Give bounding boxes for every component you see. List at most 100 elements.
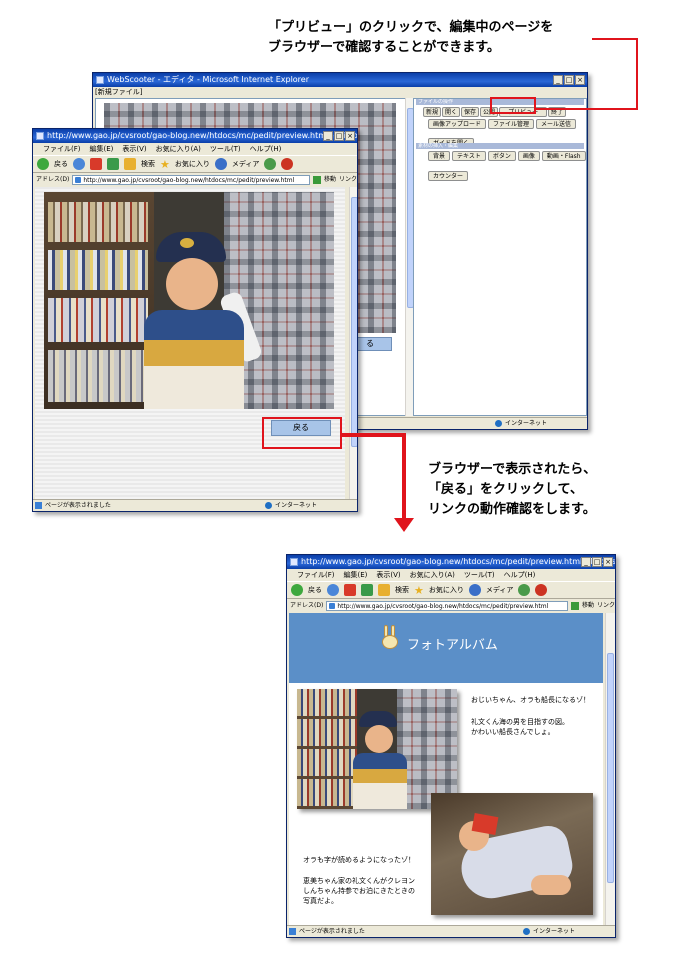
address-input[interactable]: http://www.gao.jp/cvsroot/gao-blog.new/h…	[72, 175, 310, 185]
stop-icon[interactable]	[90, 158, 102, 170]
minimize-button[interactable]: _	[581, 557, 591, 567]
maximize-button[interactable]: □	[334, 131, 344, 141]
power-icon[interactable]	[535, 584, 548, 596]
address-label: アドレス(D)	[290, 602, 324, 609]
save-button[interactable]: 保存	[461, 107, 480, 117]
menu-tools[interactable]: ツール(T)	[464, 569, 495, 581]
go-button[interactable]: 移動	[582, 600, 594, 612]
minimize-button[interactable]: _	[553, 75, 563, 85]
favorites-star-icon[interactable]: ★	[414, 584, 424, 597]
browser-small-titlebar: http://www.gao.jp/cvsroot/gao-blog.new/h…	[33, 129, 357, 143]
toolbar-favorites[interactable]: お気に入り	[175, 159, 210, 169]
browser-large-titlebar: http://www.gao.jp/cvsroot/gao-blog.new/h…	[287, 555, 615, 569]
maximize-button[interactable]: □	[564, 75, 574, 85]
menu-view[interactable]: 表示(V)	[376, 569, 400, 581]
callout-connector-h2	[536, 108, 638, 110]
boy-photo-1	[297, 689, 457, 809]
minimize-button[interactable]: _	[323, 131, 333, 141]
browser-large-status-zone: インターネット	[522, 926, 575, 937]
callout-connector-h1	[592, 38, 638, 40]
power-icon[interactable]	[281, 158, 294, 170]
image-button[interactable]: 画像	[517, 151, 540, 161]
links-label[interactable]: リンク	[339, 174, 357, 186]
menu-tools[interactable]: ツール(T)	[210, 143, 241, 155]
go-arrow-icon[interactable]	[312, 176, 321, 184]
toolbar-back[interactable]: 戻る	[54, 159, 68, 169]
close-button[interactable]: ×	[345, 131, 355, 141]
menu-favorites[interactable]: お気に入り(A)	[156, 143, 201, 155]
open-button[interactable]: 開く	[442, 107, 461, 117]
close-button[interactable]: ×	[603, 557, 613, 567]
callout-middle-line2: 「戻る」をクリックして、	[428, 482, 583, 497]
history-icon[interactable]	[518, 584, 531, 596]
address-label: アドレス(D)	[36, 176, 70, 183]
page-header: フォトアルバム	[289, 613, 603, 683]
media-icon[interactable]	[214, 158, 227, 170]
text-button[interactable]: テキスト	[452, 151, 486, 161]
counter-button[interactable]: カウンター	[428, 171, 469, 181]
callout-top-line1: 「プリビュー」のクリックで、編集中のページを	[268, 20, 554, 35]
menu-favorites[interactable]: お気に入り(A)	[410, 569, 455, 581]
photo1-caption-line1: 礼文くん海の男を目指すの図。	[471, 718, 569, 726]
toolbar-media[interactable]: メディア	[232, 159, 260, 169]
rabbit-logo-icon	[381, 625, 401, 651]
history-icon[interactable]	[264, 158, 277, 170]
browser-large-addressbar: アドレス(D) http://www.gao.jp/cvsroot/gao-bl…	[287, 600, 615, 612]
page-done-icon	[35, 502, 42, 509]
arrow-head-icon	[394, 518, 414, 532]
panel-row5: カウンター	[428, 163, 469, 182]
toolbar-back[interactable]: 戻る	[308, 585, 322, 595]
back-button-highlight	[262, 417, 342, 449]
preview-highlight	[490, 97, 536, 114]
home-icon[interactable]	[124, 158, 136, 170]
toolbar-favorites[interactable]: お気に入り	[429, 585, 464, 595]
forward-arrow-icon[interactable]	[73, 158, 85, 170]
maximize-button[interactable]: □	[592, 557, 602, 567]
back-arrow-icon[interactable]	[291, 584, 303, 596]
go-arrow-icon[interactable]	[570, 602, 579, 610]
menu-help[interactable]: ヘルプ(H)	[504, 569, 536, 581]
favorites-star-icon[interactable]: ★	[160, 158, 170, 171]
refresh-icon[interactable]	[107, 158, 119, 170]
menu-help[interactable]: ヘルプ(H)	[250, 143, 282, 155]
ie-icon	[36, 132, 44, 140]
toolbar-search[interactable]: 検索	[141, 159, 155, 169]
media-icon[interactable]	[468, 584, 481, 596]
file-manage-button[interactable]: ファイル管理	[488, 119, 535, 129]
browser-small-content: 戻る	[35, 187, 345, 499]
editor-titlebar: WebScooter - エディタ - Microsoft Internet E…	[93, 73, 587, 87]
refresh-icon[interactable]	[361, 584, 373, 596]
image-upload-button[interactable]: 画像アップロード	[428, 119, 487, 129]
menu-file[interactable]: ファイル(F)	[43, 143, 81, 155]
browser-large: http://www.gao.jp/cvsroot/gao-blog.new/h…	[286, 554, 616, 938]
toolbar-search[interactable]: 検索	[395, 585, 409, 595]
browser-small-menubar: ファイル(F) 編集(E) 表示(V) お気に入り(A) ツール(T) ヘルプ(…	[33, 143, 357, 155]
back-arrow-icon[interactable]	[37, 158, 49, 170]
video-flash-button[interactable]: 動画・Flash	[541, 151, 586, 161]
links-label[interactable]: リンク	[597, 600, 615, 612]
background-button[interactable]: 背景	[428, 151, 451, 161]
browser-small-vscroll[interactable]	[349, 187, 357, 499]
new-button[interactable]: 新規	[423, 107, 442, 117]
menu-view[interactable]: 表示(V)	[122, 143, 146, 155]
home-icon[interactable]	[378, 584, 390, 596]
browser-large-content: フォトアルバム おじいちゃん、オラも船長になるゾ！ 礼文くん海の男を目指すの図。…	[289, 613, 603, 925]
browser-small-title: http://www.gao.jp/cvsroot/gao-blog.new/h…	[47, 131, 357, 140]
browser-large-vscroll[interactable]	[605, 613, 615, 925]
stop-icon[interactable]	[344, 584, 356, 596]
menu-edit[interactable]: 編集(E)	[344, 569, 368, 581]
button-button[interactable]: ボタン	[487, 151, 516, 161]
browser-large-title: http://www.gao.jp/cvsroot/gao-blog.new/h…	[301, 557, 615, 566]
go-button[interactable]: 移動	[324, 174, 336, 186]
ie-icon	[96, 76, 104, 84]
menu-file[interactable]: ファイル(F)	[297, 569, 335, 581]
callout-top-line2: ブラウザーで確認することができます。	[268, 40, 500, 55]
menu-edit[interactable]: 編集(E)	[90, 143, 114, 155]
address-input[interactable]: http://www.gao.jp/cvsroot/gao-blog.new/h…	[326, 601, 568, 611]
browser-small-toolbar: 戻る 検索 ★ お気に入り メディア	[33, 155, 357, 173]
callout-middle-line1: ブラウザーで表示されたら、	[428, 462, 597, 477]
forward-arrow-icon[interactable]	[327, 584, 339, 596]
close-button[interactable]: ×	[575, 75, 585, 85]
mail-send-button[interactable]: メール送信	[536, 119, 577, 129]
toolbar-media[interactable]: メディア	[486, 585, 514, 595]
